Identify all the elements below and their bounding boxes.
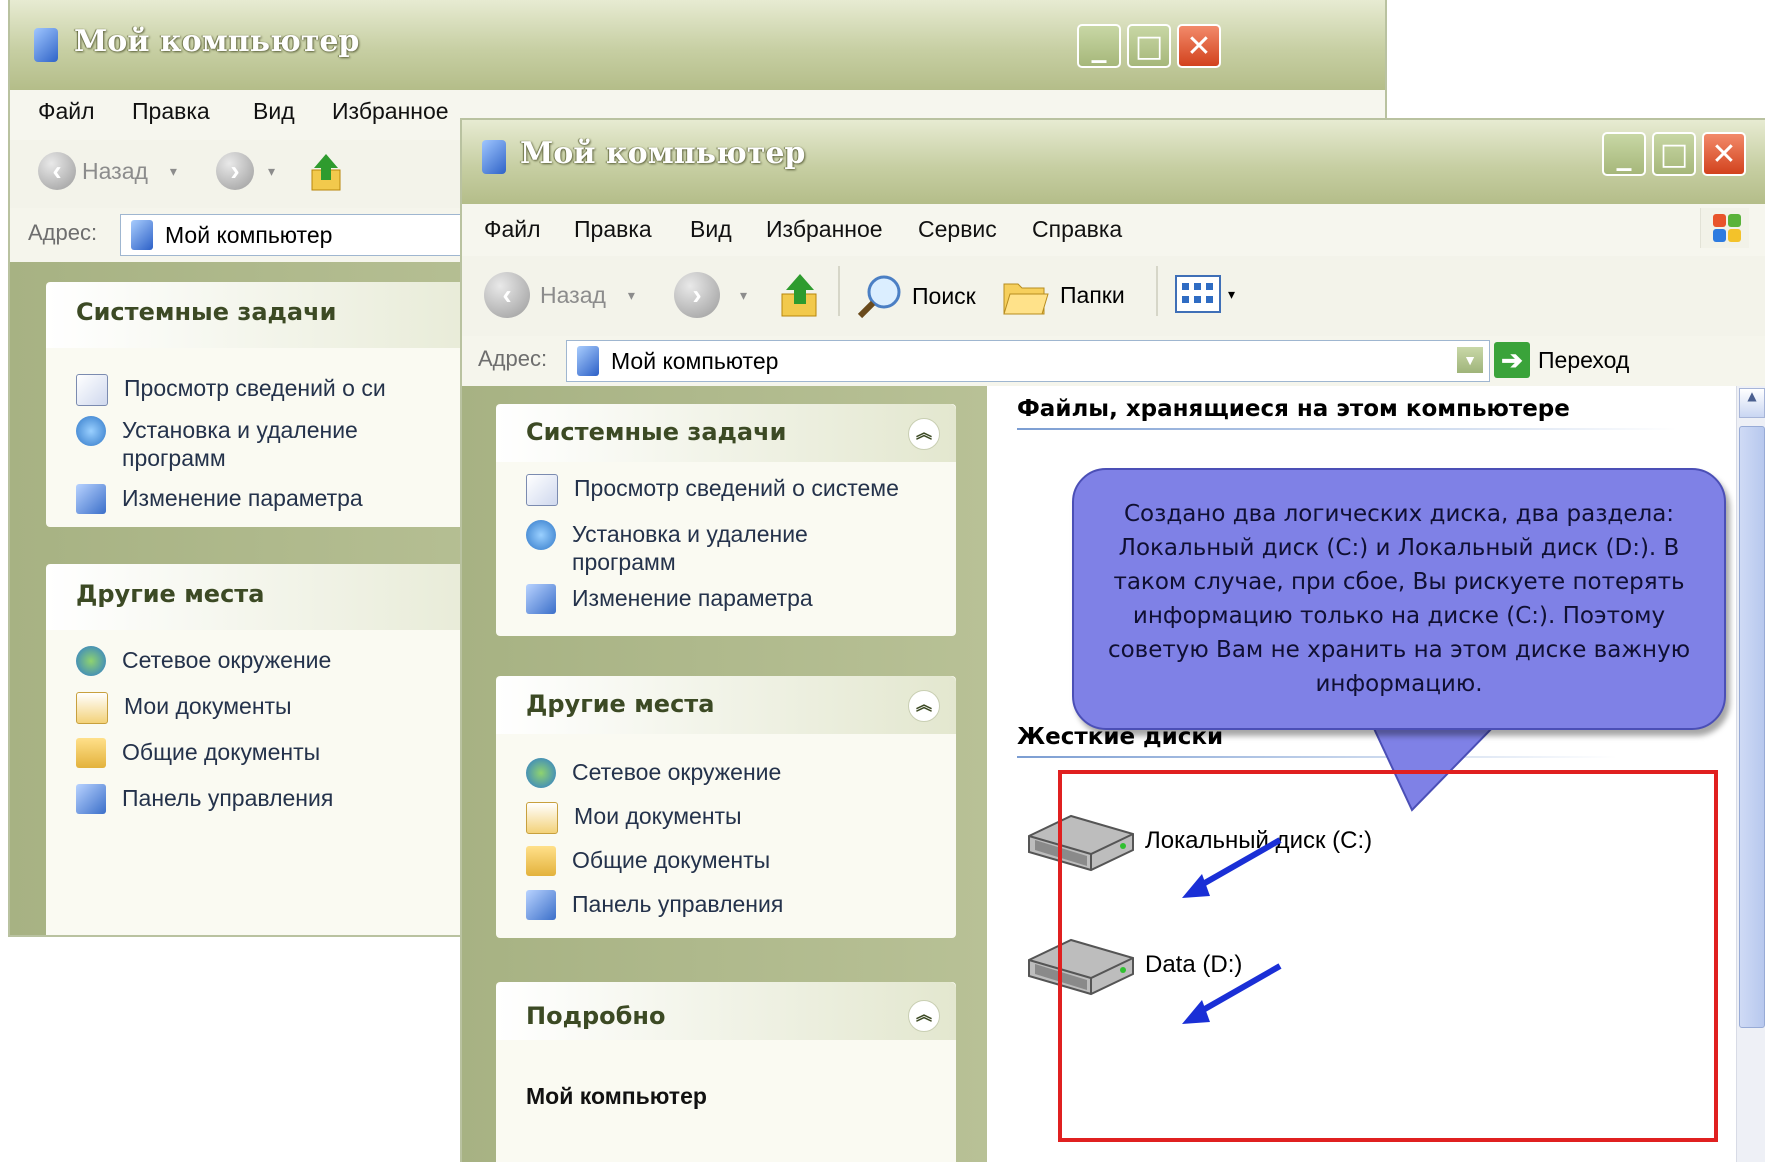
arrow-line <box>1194 963 1282 1017</box>
callout-tail <box>1368 719 1503 812</box>
highlight-box <box>1058 770 1718 1142</box>
arrow-line <box>1194 837 1282 891</box>
arrow-head-icon <box>1182 1000 1210 1024</box>
annotation-callout: Создано два логических диска, два раздел… <box>1072 468 1726 730</box>
arrow-head-icon <box>1182 874 1210 898</box>
callout-text: Создано два логических диска, два раздел… <box>1107 501 1691 697</box>
